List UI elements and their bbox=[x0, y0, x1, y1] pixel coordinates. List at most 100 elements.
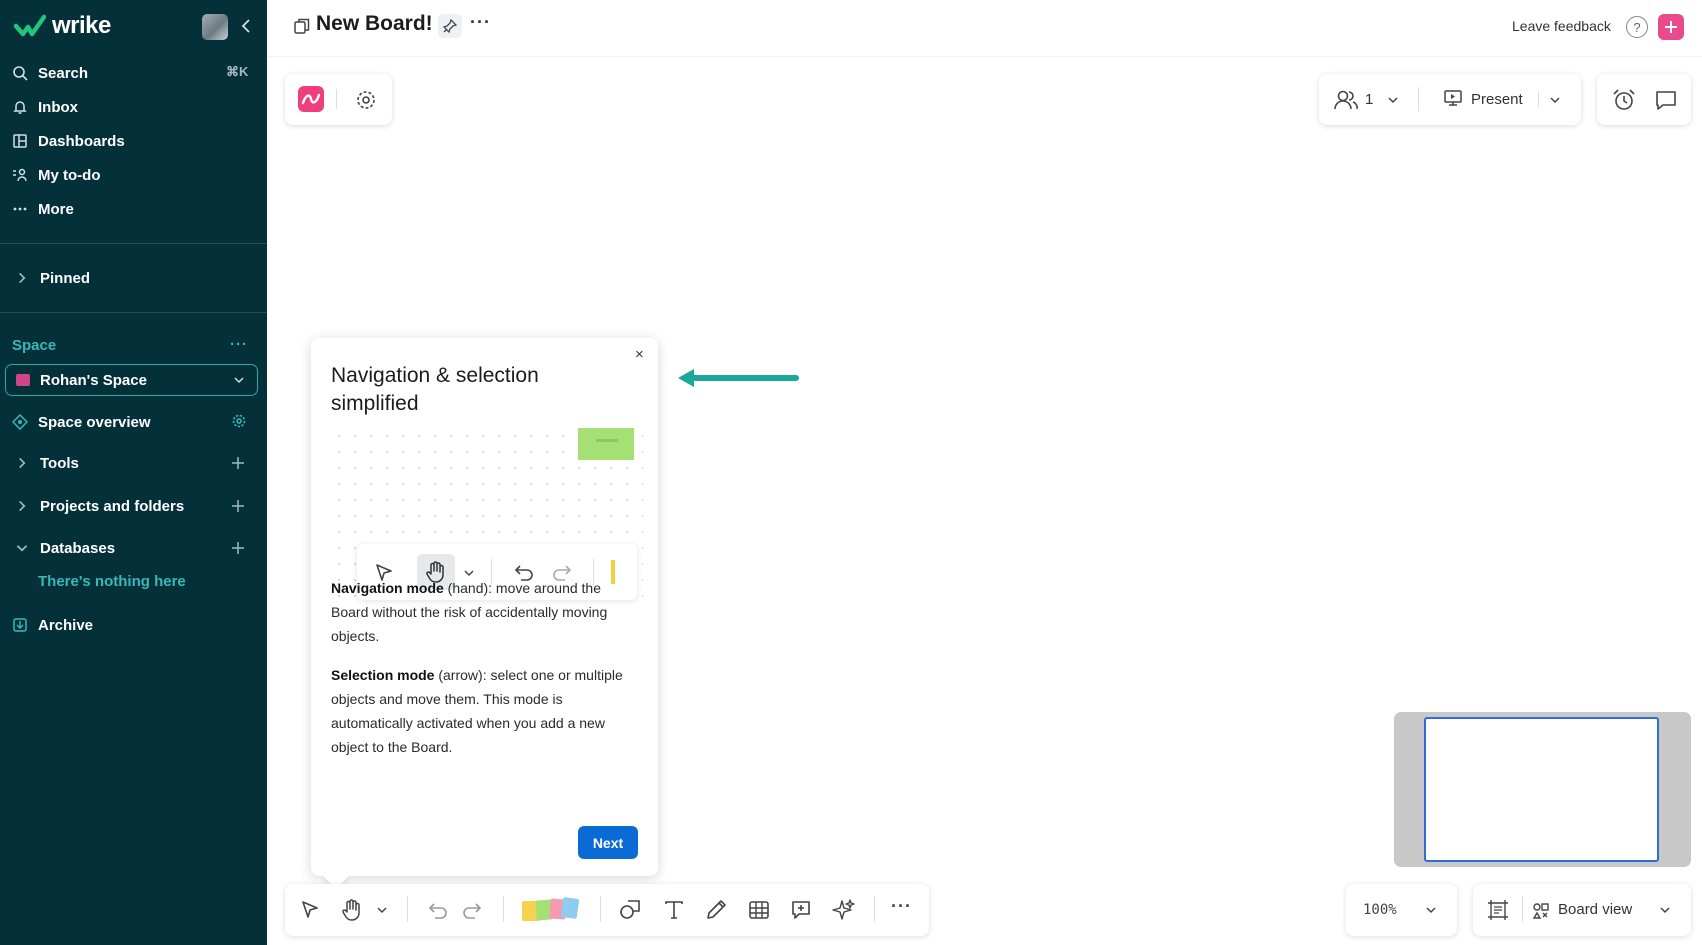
sidebar-item-inbox[interactable]: Inbox bbox=[12, 93, 78, 121]
sidebar-item-my-todo[interactable]: My to-do bbox=[12, 161, 100, 189]
dashboard-icon bbox=[13, 134, 27, 148]
search-icon bbox=[13, 66, 28, 81]
pen-tool-button[interactable] bbox=[702, 896, 730, 924]
undo-button[interactable] bbox=[424, 896, 452, 924]
toolbar-separator bbox=[503, 896, 504, 922]
sidebar-item-databases[interactable]: Databases bbox=[12, 534, 115, 562]
table-icon bbox=[749, 901, 769, 919]
frames-button[interactable] bbox=[1484, 896, 1512, 924]
present-options-chevron-icon[interactable] bbox=[1549, 94, 1561, 106]
archive-icon bbox=[13, 618, 27, 632]
zoom-level[interactable]: 100% bbox=[1363, 902, 1397, 918]
databases-empty-note: There's nothing here bbox=[38, 573, 186, 590]
participants-button[interactable] bbox=[1332, 86, 1360, 114]
todo-icon bbox=[13, 168, 27, 182]
sidebar-divider bbox=[0, 312, 267, 313]
sidebar-divider bbox=[0, 243, 267, 244]
redo-icon bbox=[463, 903, 482, 919]
space-options-button[interactable]: ··· bbox=[230, 336, 248, 353]
gear-icon bbox=[357, 91, 375, 109]
board-view-button[interactable]: Board view bbox=[1558, 901, 1632, 918]
board-view-icon bbox=[1532, 903, 1549, 919]
chevron-down-icon[interactable] bbox=[1387, 94, 1399, 106]
chevron-down-icon[interactable] bbox=[376, 904, 388, 916]
header-divider bbox=[267, 56, 1702, 57]
timer-button[interactable] bbox=[1610, 86, 1638, 114]
table-tool-button[interactable] bbox=[745, 896, 773, 924]
next-button[interactable]: Next bbox=[578, 826, 638, 859]
sidebar-item-space-overview[interactable]: Space overview bbox=[12, 408, 151, 436]
annotation-arrow-icon bbox=[678, 369, 799, 387]
leave-feedback-link[interactable]: Leave feedback bbox=[1512, 18, 1611, 34]
select-tool-button[interactable] bbox=[296, 896, 324, 924]
toolbar-separator bbox=[1522, 896, 1523, 922]
sidebar-item-label: More bbox=[38, 200, 74, 218]
pin-icon bbox=[443, 19, 457, 33]
add-new-button[interactable] bbox=[1658, 14, 1684, 40]
pin-button[interactable] bbox=[438, 14, 462, 38]
avatar[interactable] bbox=[202, 14, 228, 40]
sidebar-item-tools[interactable]: Tools bbox=[12, 449, 79, 477]
selection-mode-description: Selection mode (arrow): select one or mu… bbox=[331, 663, 641, 759]
chevron-down-icon[interactable] bbox=[1425, 904, 1437, 916]
hand-tool-button[interactable] bbox=[338, 895, 366, 925]
add-project-icon[interactable] bbox=[232, 500, 244, 512]
timer-icon bbox=[1613, 89, 1635, 110]
sidebar-item-dashboards[interactable]: Dashboards bbox=[12, 127, 125, 155]
onboarding-tooltip: × Navigation & selection simplified Navi… bbox=[311, 338, 658, 889]
minimap-viewport[interactable] bbox=[1424, 717, 1659, 862]
navigation-mode-label: Navigation mode bbox=[331, 580, 444, 596]
help-button[interactable]: ? bbox=[1626, 16, 1648, 38]
ai-tool-button[interactable] bbox=[830, 896, 858, 924]
sidebar-item-more[interactable]: More bbox=[12, 195, 74, 223]
illustration-sticky-note bbox=[578, 428, 634, 460]
sidebar-item-pinned[interactable]: Pinned bbox=[12, 264, 90, 292]
comment-tool-button[interactable] bbox=[787, 896, 815, 924]
redo-button[interactable] bbox=[458, 896, 486, 924]
sidebar-item-label: Space overview bbox=[38, 413, 151, 431]
page-title[interactable]: New Board! bbox=[316, 12, 433, 36]
sticky-notes-button[interactable] bbox=[520, 894, 584, 924]
sidebar-item-label: Inbox bbox=[38, 98, 78, 116]
present-button[interactable]: Present bbox=[1471, 91, 1523, 108]
collapse-sidebar-icon[interactable] bbox=[238, 16, 254, 36]
navigation-mode-description: Navigation mode (hand): move around the … bbox=[331, 576, 641, 648]
bell-icon bbox=[13, 101, 27, 114]
sidebar-item-label: Dashboards bbox=[38, 132, 125, 150]
toolbar-separator bbox=[1418, 87, 1419, 111]
selection-mode-label: Selection mode bbox=[331, 667, 435, 683]
brand-name: wrike bbox=[52, 12, 111, 39]
toolbar-separator bbox=[874, 896, 875, 922]
close-tooltip-button[interactable]: × bbox=[635, 346, 644, 363]
sidebar-item-label: Archive bbox=[38, 616, 94, 634]
chevron-down-icon[interactable] bbox=[1659, 904, 1671, 916]
board-settings-button[interactable] bbox=[352, 86, 380, 114]
squiggle-icon bbox=[301, 93, 321, 105]
board-more-button[interactable]: ··· bbox=[470, 12, 491, 33]
toolbar-separator bbox=[1538, 91, 1539, 107]
hand-icon bbox=[342, 899, 360, 921]
tooltip-title: Navigation & selection simplified bbox=[331, 364, 539, 415]
wrike-logo[interactable]: wrike bbox=[14, 12, 111, 40]
space-selector[interactable]: Rohan's Space bbox=[5, 364, 258, 396]
sidebar-item-projects[interactable]: Projects and folders bbox=[12, 492, 184, 520]
add-tool-icon[interactable] bbox=[232, 457, 244, 469]
toolbar-separator bbox=[407, 896, 408, 922]
board-app-logo[interactable] bbox=[298, 86, 324, 112]
add-database-icon[interactable] bbox=[232, 542, 244, 554]
space-name: Rohan's Space bbox=[40, 371, 147, 389]
shapes-tool-button[interactable] bbox=[616, 896, 644, 924]
gear-icon[interactable] bbox=[231, 413, 247, 429]
frame-icon bbox=[1488, 900, 1508, 920]
comments-button[interactable] bbox=[1652, 86, 1680, 114]
sidebar-item-search[interactable]: Search bbox=[12, 59, 88, 87]
toolbar-more-button[interactable]: ··· bbox=[891, 896, 912, 917]
wrike-check-icon bbox=[14, 14, 46, 37]
sticky-notes-icon bbox=[522, 897, 580, 921]
sidebar-item-label: Search bbox=[38, 64, 89, 82]
text-tool-button[interactable] bbox=[660, 896, 688, 924]
toolbar-separator bbox=[336, 89, 337, 109]
minimap[interactable] bbox=[1394, 712, 1691, 867]
sidebar-item-archive[interactable]: Archive bbox=[12, 611, 93, 639]
sidebar-item-label: Projects and folders bbox=[40, 497, 185, 515]
